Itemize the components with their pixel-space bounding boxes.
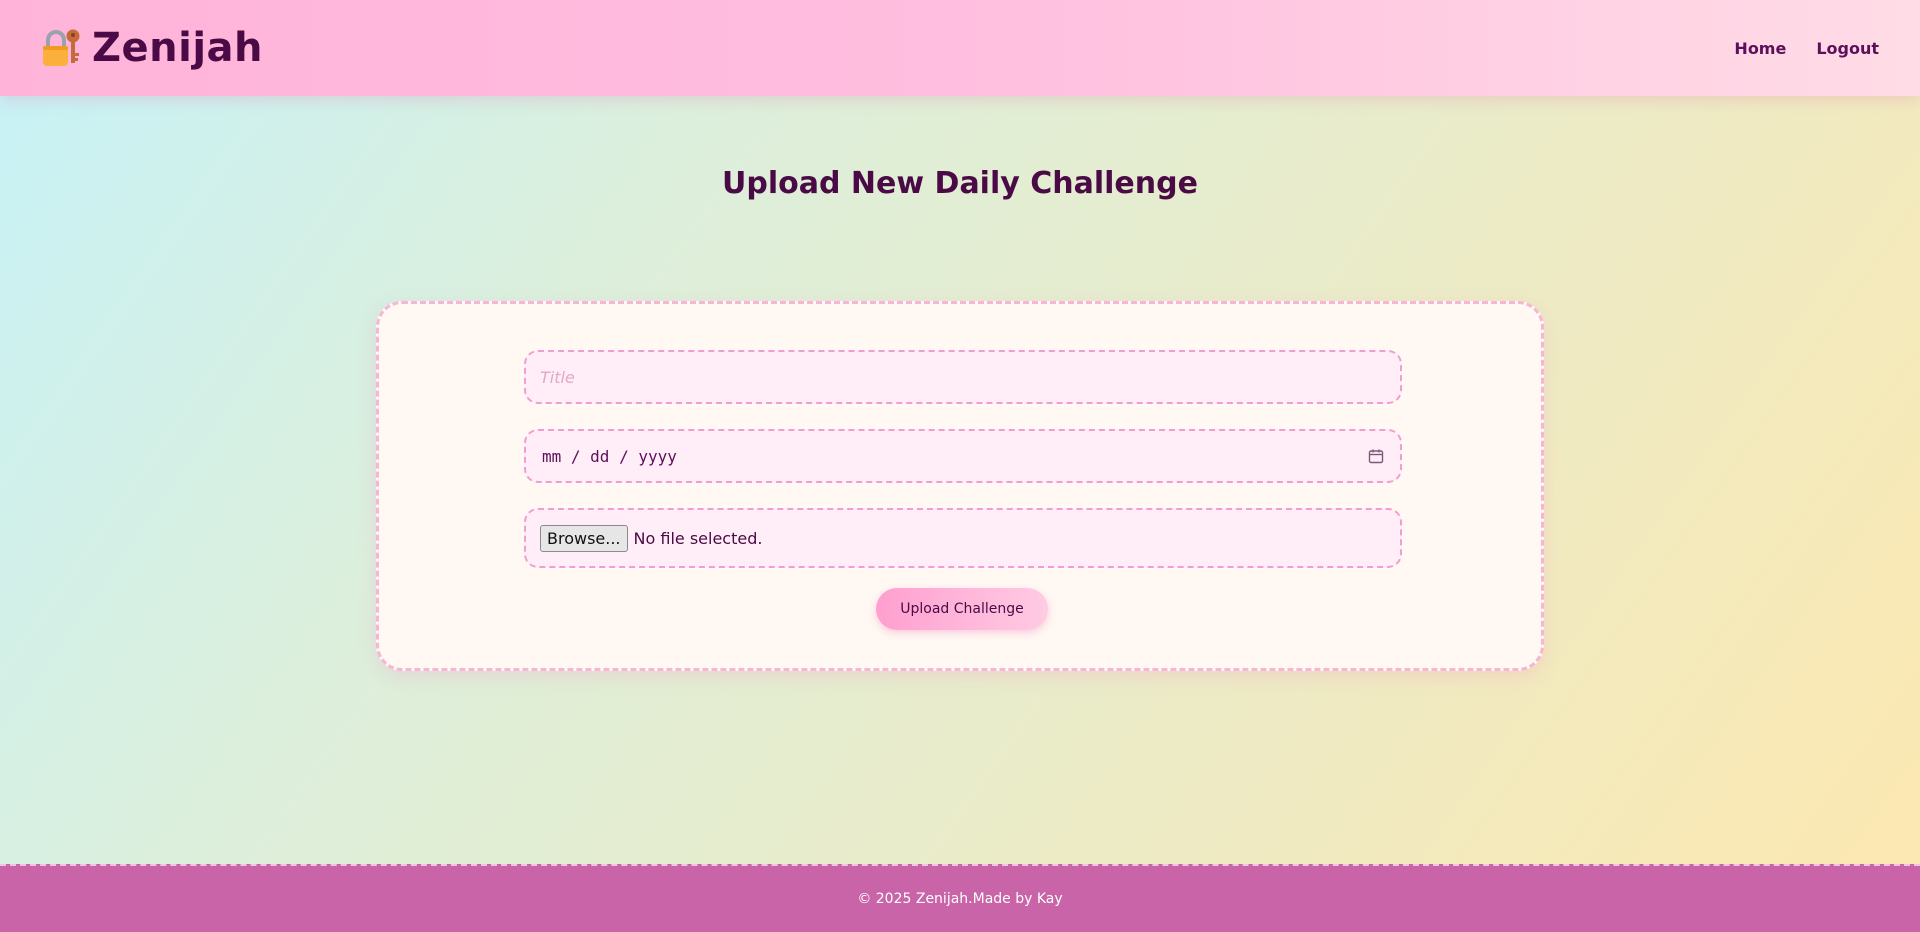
browse-button[interactable]: Browse... [540,524,628,552]
main-nav: Home Logout [1734,39,1880,58]
footer-text: © 2025 Zenijah.Made by Kay [857,891,1063,907]
site-header: Zenijah Home Logout [0,0,1920,96]
nav-link-home[interactable]: Home [1734,39,1786,58]
file-status-text: No file selected. [633,528,763,548]
title-field[interactable] [524,350,1402,404]
brand[interactable]: Zenijah [40,25,263,71]
title-input[interactable] [526,352,1400,402]
upload-form-card: mm / dd / yyyy Browse... No file selecte… [376,301,1544,671]
brand-name: Zenijah [92,25,263,71]
page-title: Upload New Daily Challenge [722,166,1198,201]
lock-with-key-icon [43,29,80,66]
date-field[interactable]: mm / dd / yyyy [524,429,1402,483]
file-upload-field: Browse... No file selected. [524,508,1402,568]
date-input-text: mm / dd / yyyy [542,446,677,466]
site-footer: © 2025 Zenijah.Made by Kay [0,864,1920,932]
calendar-icon[interactable] [1368,448,1384,464]
upload-challenge-button[interactable]: Upload Challenge [876,588,1048,630]
nav-link-logout[interactable]: Logout [1816,39,1879,58]
